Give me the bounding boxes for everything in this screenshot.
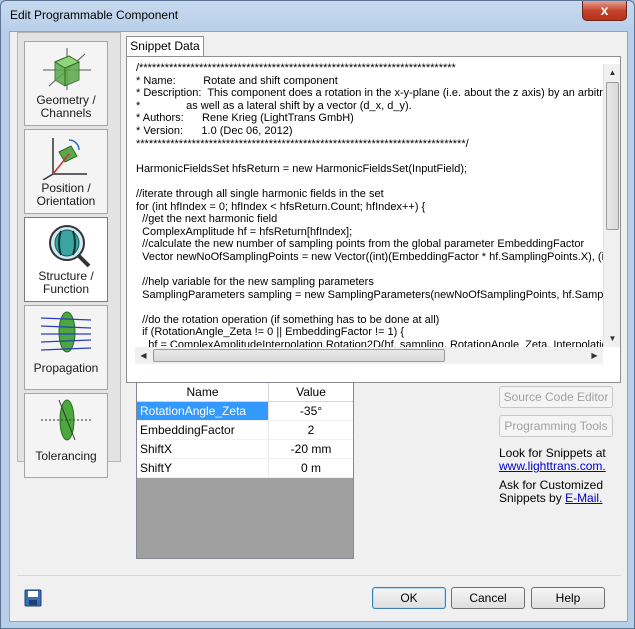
table-row[interactable]: ShiftY 0 m [137,459,353,478]
sidebar-item-label: Geometry / Channels [36,93,96,120]
geometry-channels-icon [43,48,91,90]
param-name[interactable]: ShiftY [137,459,269,477]
column-header-name[interactable]: Name [137,383,269,402]
code-line: ComplexAmplitude hf = hfsReturn[hfIndex]… [136,225,353,238]
sidebar-item-position-orientation[interactable]: Position / Orientation [24,129,108,214]
code-line: * Version: 1.0 (Dec 06, 2012) [136,124,293,137]
param-name[interactable]: EmbeddingFactor [137,421,269,439]
close-icon: x [600,2,609,18]
code-line: ****************************************… [136,137,469,150]
snippet-code-panel: /***************************************… [126,56,621,383]
code-line: * Name: Rotate and shift component [136,74,338,87]
param-name[interactable]: ShiftX [137,440,269,458]
code-line: //iterate through all single harmonic fi… [136,187,384,200]
dialog-client-area: Geometry / Channels Position / Orientati… [9,31,628,622]
ok-button[interactable]: OK [372,587,446,609]
table-row[interactable]: EmbeddingFactor 2 [137,421,353,440]
code-line: HarmonicFieldsSet hfsReturn = new Harmon… [136,162,468,175]
code-line: //calculate the new number of sampling p… [136,238,585,251]
vertical-scroll-thumb[interactable] [606,82,619,230]
param-name[interactable]: RotationAngle_Zeta [137,402,269,420]
sidebar-item-label: Tolerancing [35,449,97,463]
scroll-right-arrow-icon[interactable]: ▶ [586,347,603,364]
horizontal-scroll-thumb[interactable] [153,349,445,362]
parameter-grid: Name Value RotationAngle_Zeta -35° Embed… [136,382,354,559]
lighttrans-link[interactable]: www.lighttrans.com. [499,460,606,473]
cancel-button[interactable]: Cancel [451,587,525,609]
code-line: * as well as a lateral shift by a vector… [136,99,412,112]
horizontal-scrollbar[interactable]: ◀ ▶ [135,347,603,364]
snippets-ask-line: Snippets by E-Mail. [499,492,602,505]
component-sidebar: Geometry / Channels Position / Orientati… [17,32,121,478]
source-code-editor-button[interactable]: Source Code Editor [499,386,613,408]
sidebar-item-label: Structure / Function [38,269,94,296]
sidebar-item-label: Position / Orientation [36,181,96,208]
table-row[interactable]: ShiftX -20 mm [137,440,353,459]
tab-snippet-data[interactable]: Snippet Data [126,36,204,57]
code-line: //do the rotation operation (if somethin… [136,313,440,326]
code-line: //get the next harmonic field [136,213,278,226]
scroll-up-arrow-icon[interactable]: ▲ [604,64,621,81]
sidebar-item-tolerancing[interactable]: Tolerancing [24,393,108,478]
propagation-icon [40,311,92,353]
sidebar-item-label: Propagation [33,361,99,375]
code-line: Vector newNoOfSamplingPoints = new Vecto… [136,250,606,263]
sidebar-item-geometry-channels[interactable]: Geometry / Channels [24,41,108,126]
close-button[interactable]: x [582,1,627,21]
vertical-scrollbar[interactable]: ▲ ▼ [603,64,620,347]
table-row[interactable]: RotationAngle_Zeta -35° [137,402,353,421]
tolerancing-icon [41,399,93,441]
floppy-disk-icon[interactable] [24,589,42,607]
programming-tools-button[interactable]: Programming Tools [499,415,613,437]
code-line: for (int hfIndex = 0; hfIndex < hfsRetur… [136,200,426,213]
title-bar[interactable]: Edit Programmable Component x [1,1,634,31]
code-line: * Authors: Rene Krieg (LightTrans GmbH) [136,112,354,125]
structure-function-icon [49,225,91,268]
footer-separator [17,575,621,576]
position-orientation-icon [42,138,87,180]
window-title: Edit Programmable Component [10,8,179,22]
param-value[interactable]: 2 [269,421,353,439]
email-link[interactable]: E-Mail. [565,491,602,505]
param-value[interactable]: 0 m [269,459,353,477]
code-line: * Description: This component does a rot… [136,87,606,100]
sidebar-item-structure-function[interactable]: Structure / Function [24,217,108,302]
scroll-left-arrow-icon[interactable]: ◀ [135,347,152,364]
code-line: SamplingParameters sampling = new Sampli… [136,288,606,301]
code-line: /***************************************… [136,62,456,74]
sidebar-item-propagation[interactable]: Propagation [24,305,108,390]
code-line: hf = ComplexAmplitudeInterpolation.Rotat… [136,339,606,347]
param-value[interactable]: -35° [269,402,353,420]
param-value[interactable]: -20 mm [269,440,353,458]
column-header-value[interactable]: Value [269,383,353,402]
code-editor[interactable]: /***************************************… [136,62,606,347]
snippets-ask-text-2: Snippets by [499,491,562,505]
code-line: //help variable for the new sampling par… [136,276,374,289]
help-button[interactable]: Help [531,587,605,609]
grid-header: Name Value [137,383,353,402]
dialog-window: Edit Programmable Component x Geometry /… [0,0,635,629]
code-line: if (RotationAngle_Zeta != 0 || Embedding… [136,326,405,339]
scroll-down-arrow-icon[interactable]: ▼ [604,330,621,347]
